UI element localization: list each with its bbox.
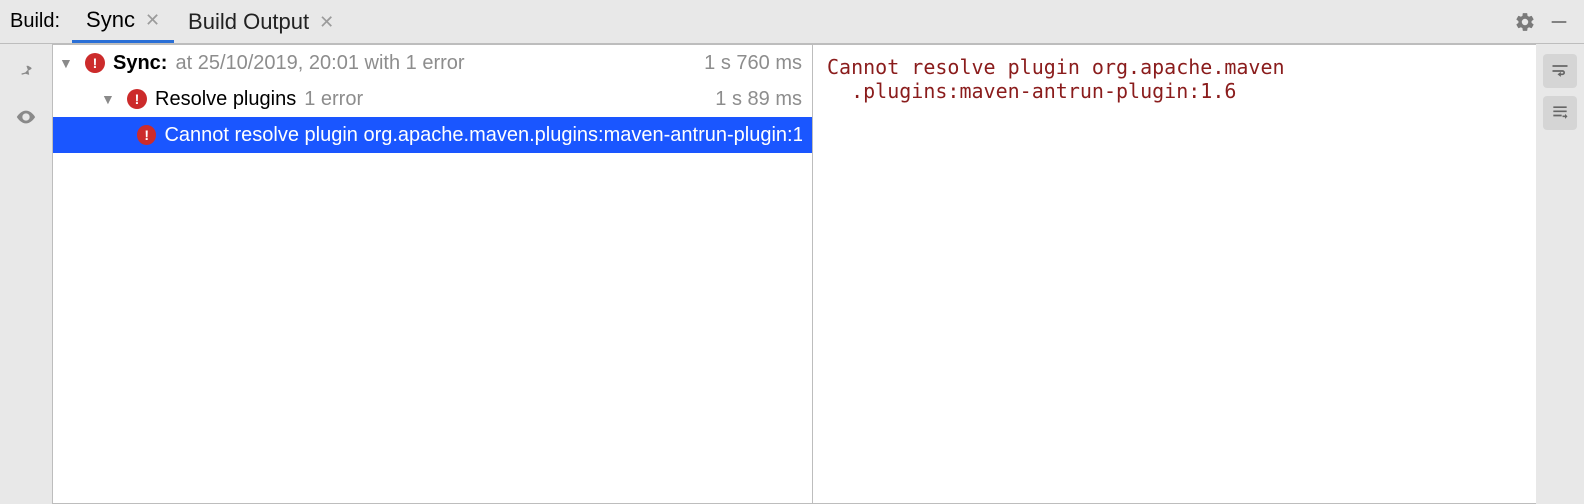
- build-tabbar: Build: Sync ✕ Build Output ✕: [0, 0, 1584, 44]
- tree-node-resolve-plugins[interactable]: ▼ ! Resolve plugins 1 error 1 s 89 ms: [53, 81, 812, 117]
- tree-node-title: Cannot resolve plugin org.apache.maven.p…: [164, 124, 802, 147]
- error-line: Cannot resolve plugin org.apache.maven: [827, 55, 1285, 79]
- tree-node-title: Resolve plugins: [155, 88, 296, 111]
- tree-root-sync[interactable]: ▼ ! Sync: at 25/10/2019, 20:01 with 1 er…: [53, 45, 812, 81]
- tree-node-error-selected[interactable]: ! Cannot resolve plugin org.apache.maven…: [53, 117, 812, 153]
- error-line: .plugins:maven-antrun-plugin:1.6: [827, 79, 1236, 103]
- error-details-pane[interactable]: Cannot resolve plugin org.apache.maven .…: [813, 45, 1536, 503]
- tree-node-duration: 1 s 760 ms: [704, 52, 802, 75]
- tab-group: Sync ✕ Build Output ✕: [72, 0, 348, 43]
- tree-node-title: Sync:: [113, 52, 167, 75]
- build-tree[interactable]: ▼ ! Sync: at 25/10/2019, 20:01 with 1 er…: [53, 45, 813, 503]
- tab-sync[interactable]: Sync ✕: [72, 0, 174, 43]
- main-panel: ▼ ! Sync: at 25/10/2019, 20:01 with 1 er…: [0, 44, 1584, 504]
- pin-icon[interactable]: [9, 56, 43, 90]
- tree-node-subtitle: 1 error: [304, 88, 363, 111]
- tab-label: Sync: [86, 7, 135, 33]
- tree-node-subtitle: at 25/10/2019, 20:01 with 1 error: [175, 52, 464, 75]
- eye-icon[interactable]: [9, 100, 43, 134]
- minimize-icon[interactable]: [1542, 5, 1576, 39]
- close-icon[interactable]: ✕: [319, 13, 334, 31]
- gear-icon[interactable]: [1508, 5, 1542, 39]
- tree-node-duration: 1 s 89 ms: [715, 88, 802, 111]
- build-label: Build:: [10, 10, 60, 33]
- error-badge-icon: !: [127, 89, 147, 109]
- tab-build-output[interactable]: Build Output ✕: [174, 0, 348, 43]
- close-icon[interactable]: ✕: [145, 11, 160, 29]
- scroll-to-end-icon[interactable]: [1543, 96, 1577, 130]
- chevron-down-icon: ▼: [101, 91, 119, 107]
- left-toolbar: [0, 44, 52, 504]
- error-badge-icon: !: [85, 53, 105, 73]
- error-badge-icon: !: [137, 125, 156, 145]
- right-toolbar: [1536, 44, 1584, 504]
- tab-label: Build Output: [188, 9, 309, 35]
- chevron-down-icon: ▼: [59, 55, 77, 71]
- wrap-icon[interactable]: [1543, 54, 1577, 88]
